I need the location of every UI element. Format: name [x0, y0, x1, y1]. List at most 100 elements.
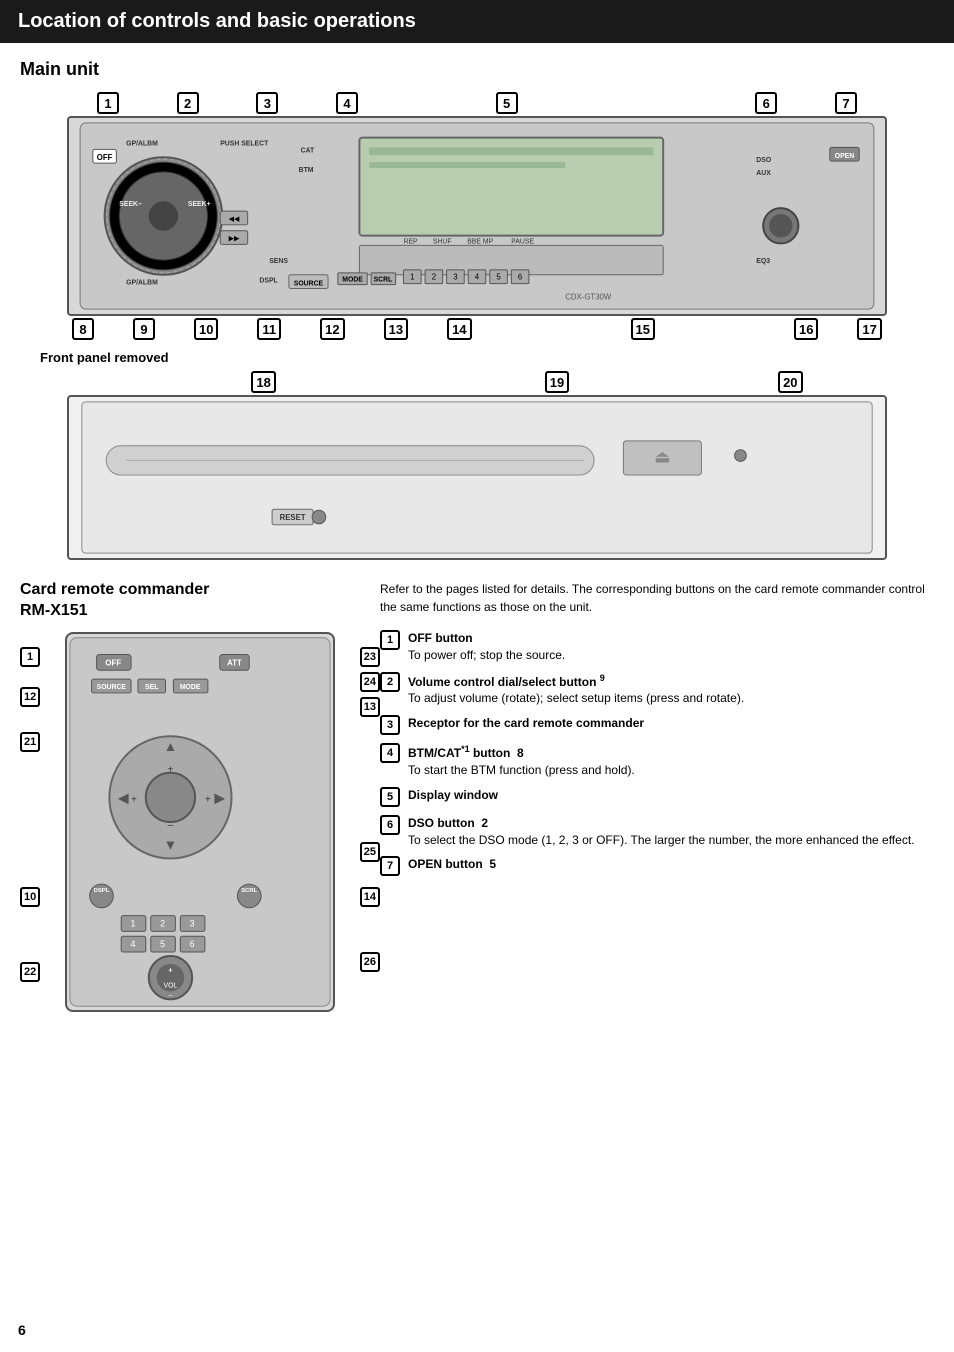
svg-text:SENS: SENS: [269, 258, 288, 265]
svg-text:SCRL: SCRL: [241, 888, 257, 894]
fp-top-badges: 18 19 20: [67, 371, 887, 393]
svg-text:5: 5: [496, 273, 501, 282]
badge-12-remote: 12: [20, 687, 40, 707]
desc-text-6: DSO button 2 To select the DSO mode (1, …: [408, 815, 914, 849]
desc-badge-2: 2: [380, 672, 400, 692]
card-remote-title: Card remote commander RM-X151: [20, 580, 360, 622]
desc-badge-7: 7: [380, 856, 400, 876]
svg-text:6: 6: [190, 939, 195, 949]
svg-text:CAT: CAT: [301, 147, 315, 154]
badge-13-remote: 13: [360, 697, 380, 717]
desc-badge-5: 5: [380, 787, 400, 807]
badge-1-remote: 1: [20, 647, 40, 667]
svg-text:VOL: VOL: [164, 982, 178, 989]
badge-8: 8: [72, 318, 94, 340]
badge-19: 19: [545, 371, 569, 393]
card-remote-section: Card remote commander RM-X151 1 12 21 10…: [20, 580, 360, 1012]
card-remote-svg: OFF ATT SOURCE SEL MODE ▲: [65, 632, 335, 1012]
desc-title-3: Receptor for the card remote commander: [408, 716, 644, 730]
desc-text-2: Volume control dial/select button 9 To a…: [408, 672, 744, 708]
svg-text:⏏: ⏏: [654, 446, 671, 466]
svg-text:+: +: [168, 967, 172, 974]
svg-text:+: +: [205, 794, 211, 805]
svg-text:▲: ▲: [164, 739, 178, 754]
desc-text-4: BTM/CAT*1 button 8 To start the BTM func…: [408, 743, 635, 779]
bottom-badges-row: 8 9 10 11 12 13 14 15 16 17: [67, 318, 887, 340]
svg-text:SOURCE: SOURCE: [97, 684, 127, 691]
svg-text:PUSH SELECT: PUSH SELECT: [220, 140, 269, 147]
svg-text:▶▶: ▶▶: [229, 236, 240, 243]
svg-text:OFF: OFF: [105, 658, 121, 667]
main-unit-diagram-wrapper: 1 2 3 4 5 6 7 OFF GP/ALBM GP/ALBM: [47, 92, 907, 340]
desc-item-6: 6 DSO button 2 To select the DSO mode (1…: [380, 815, 934, 849]
svg-text:EQ3: EQ3: [756, 258, 770, 265]
badge-4: 4: [336, 92, 358, 114]
svg-text:3: 3: [190, 918, 195, 928]
desc-intro: Refer to the pages listed for details. T…: [380, 580, 934, 616]
svg-text:+: +: [168, 764, 174, 775]
desc-badge-6: 6: [380, 815, 400, 835]
desc-text-1: OFF button To power off; stop the source…: [408, 630, 565, 664]
svg-text:▶: ▶: [214, 790, 225, 805]
svg-text:GP/ALBM: GP/ALBM: [126, 140, 158, 147]
badge-21-remote: 21: [20, 732, 40, 752]
badge-11: 11: [257, 318, 281, 340]
svg-text:◀: ◀: [118, 790, 129, 805]
header-title: Location of controls and basic operation…: [18, 10, 416, 32]
svg-text:1: 1: [131, 918, 136, 928]
desc-body-2: To adjust volume (rotate); select setup …: [408, 691, 744, 705]
desc-text-3: Receptor for the card remote commander: [408, 715, 644, 732]
desc-title-7: OPEN button 5: [408, 857, 496, 871]
badge-15: 15: [631, 318, 655, 340]
svg-text:1: 1: [410, 273, 414, 282]
badge-1: 1: [97, 92, 119, 114]
svg-text:DSO: DSO: [756, 157, 772, 164]
svg-text:BBE MP: BBE MP: [467, 238, 493, 245]
desc-body-1: To power off; stop the source.: [408, 648, 565, 662]
desc-item-2: 2 Volume control dial/select button 9 To…: [380, 672, 934, 708]
svg-text:▼: ▼: [164, 837, 178, 852]
fp-diagram-wrapper: 18 19 20 ⏏ RESET: [47, 371, 907, 560]
desc-item-7: 7 OPEN button 5: [380, 856, 934, 876]
svg-text:◀◀: ◀◀: [229, 216, 240, 223]
svg-text:MODE: MODE: [180, 684, 201, 691]
desc-title-5: Display window: [408, 788, 498, 802]
badge-14: 14: [447, 318, 471, 340]
svg-text:4: 4: [475, 273, 480, 282]
svg-text:REP: REP: [404, 238, 419, 245]
svg-text:SEL: SEL: [145, 684, 158, 691]
badge-6: 6: [755, 92, 777, 114]
page-header: Location of controls and basic operation…: [0, 0, 954, 43]
desc-body-4: To start the BTM function (press and hol…: [408, 763, 635, 777]
svg-text:–: –: [169, 992, 173, 999]
desc-badge-3: 3: [380, 715, 400, 735]
desc-title-2: Volume control dial/select button 9: [408, 675, 605, 689]
badge-5: 5: [496, 92, 518, 114]
main-content: Main unit 1 2 3 4 5 6 7 OFF G: [0, 43, 954, 1028]
svg-text:RESET: RESET: [280, 513, 306, 522]
svg-text:5: 5: [160, 939, 165, 949]
svg-text:GP/ALBM: GP/ALBM: [126, 280, 158, 287]
page-number: 6: [18, 1322, 26, 1338]
svg-text:CDX-GT30W: CDX-GT30W: [565, 292, 612, 301]
svg-text:SOURCE: SOURCE: [294, 281, 324, 288]
badge-24-remote: 24: [360, 672, 380, 692]
desc-list: 1 OFF button To power off; stop the sour…: [380, 630, 934, 876]
badge-10: 10: [194, 318, 218, 340]
badge-10-remote: 10: [20, 887, 40, 907]
desc-item-3: 3 Receptor for the card remote commander: [380, 715, 934, 735]
badge-26-remote: 26: [360, 952, 380, 972]
svg-text:BTM: BTM: [299, 167, 314, 174]
svg-text:SEEK+: SEEK+: [188, 201, 211, 208]
desc-item-1: 1 OFF button To power off; stop the sour…: [380, 630, 934, 664]
card-remote-wrapper: 1 12 21 10 22 23 24 13 25 14 26: [20, 632, 380, 1012]
front-panel-label: Front panel removed: [40, 350, 934, 365]
badge-17: 17: [857, 318, 881, 340]
svg-text:OFF: OFF: [97, 153, 113, 162]
desc-item-5: 5 Display window: [380, 787, 934, 807]
desc-badge-1: 1: [380, 630, 400, 650]
bottom-section: Card remote commander RM-X151 1 12 21 10…: [20, 580, 934, 1012]
svg-text:PAUSE: PAUSE: [511, 238, 534, 245]
svg-text:OPEN: OPEN: [835, 153, 854, 160]
top-badges-row: 1 2 3 4 5 6 7: [67, 92, 887, 114]
